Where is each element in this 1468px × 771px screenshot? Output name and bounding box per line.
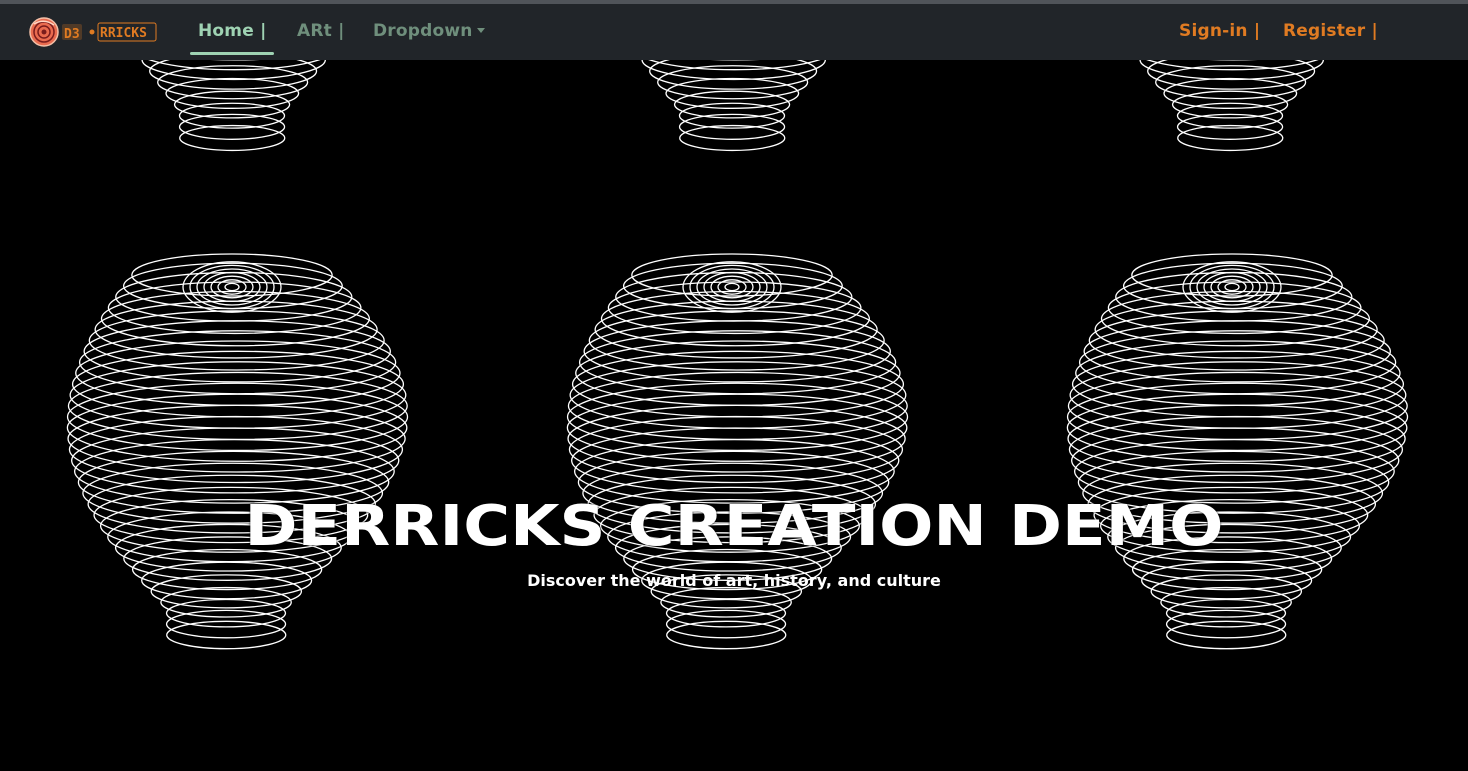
contour-line (678, 102, 786, 129)
contour-line (696, 268, 768, 306)
vase-top-center (641, 60, 826, 152)
contour-line (665, 609, 787, 639)
nav-link-signin[interactable]: Sign-in | (1179, 21, 1260, 41)
contour-line (666, 620, 787, 650)
contour-line (196, 268, 268, 306)
nav-link-art[interactable]: ARt | (297, 21, 345, 41)
nav-link-register-label: Register | (1283, 21, 1378, 41)
vase-top-right (1139, 60, 1324, 152)
contour-line (631, 253, 833, 297)
top-navbar: D3 RRICKS Home | ARt | Dropdown Sign-in … (0, 4, 1468, 60)
contour-line (657, 65, 809, 100)
contour-line (1203, 271, 1261, 303)
contour-line (189, 264, 275, 310)
contour-line (179, 124, 286, 152)
contour-line (178, 102, 286, 129)
contour-line (1177, 124, 1284, 152)
contour-line (1165, 609, 1287, 639)
contour-line (94, 300, 378, 359)
caret-down-icon (476, 28, 485, 33)
nav-link-home-label: Home | (198, 21, 267, 41)
nav-link-home[interactable]: Home | (198, 21, 266, 41)
contour-line (1166, 620, 1287, 650)
contour-line (1155, 65, 1307, 100)
contour-line (1189, 264, 1275, 310)
nav-dropdown-toggle[interactable]: Dropdown (373, 21, 485, 41)
contour-line (594, 300, 878, 359)
contour-line (157, 65, 309, 100)
brain-swirl-icon: D3 RRICKS (29, 17, 157, 47)
contour-line (1075, 340, 1401, 407)
hero-section: DERRICKS CREATION DEMO Discover the worl… (0, 60, 1468, 771)
contour-line (203, 271, 261, 303)
logo-text-right: RRICKS (100, 26, 147, 41)
contour-line (165, 609, 287, 639)
hero-background-art (66, 60, 1409, 650)
hero-subtitle: Discover the world of art, history, and … (527, 571, 941, 590)
nav-link-signin-label: Sign-in | (1179, 21, 1261, 41)
contour-line (75, 340, 401, 407)
contour-line (724, 282, 740, 292)
hero-title: DERRICKS CREATION DEMO (244, 494, 1224, 559)
nav-dropdown-label: Dropdown (373, 21, 473, 41)
contour-line (1131, 253, 1333, 297)
contour-line (1176, 102, 1284, 129)
contour-line (679, 124, 786, 152)
active-link-indicator (190, 52, 274, 55)
logo-text-left: D3 (64, 27, 80, 42)
contour-line (224, 282, 240, 292)
contour-line (689, 264, 775, 310)
contour-line (1196, 268, 1268, 306)
contour-line (575, 340, 901, 407)
nav-link-register[interactable]: Register | (1283, 21, 1378, 41)
vase-top-left (141, 60, 326, 152)
contour-line (703, 271, 761, 303)
contour-line (1094, 300, 1378, 359)
contour-line (166, 620, 287, 650)
brand-logo[interactable]: D3 RRICKS (29, 16, 159, 48)
contour-line (131, 253, 333, 297)
nav-link-art-label: ARt | (297, 21, 345, 41)
contour-line (1224, 282, 1240, 292)
